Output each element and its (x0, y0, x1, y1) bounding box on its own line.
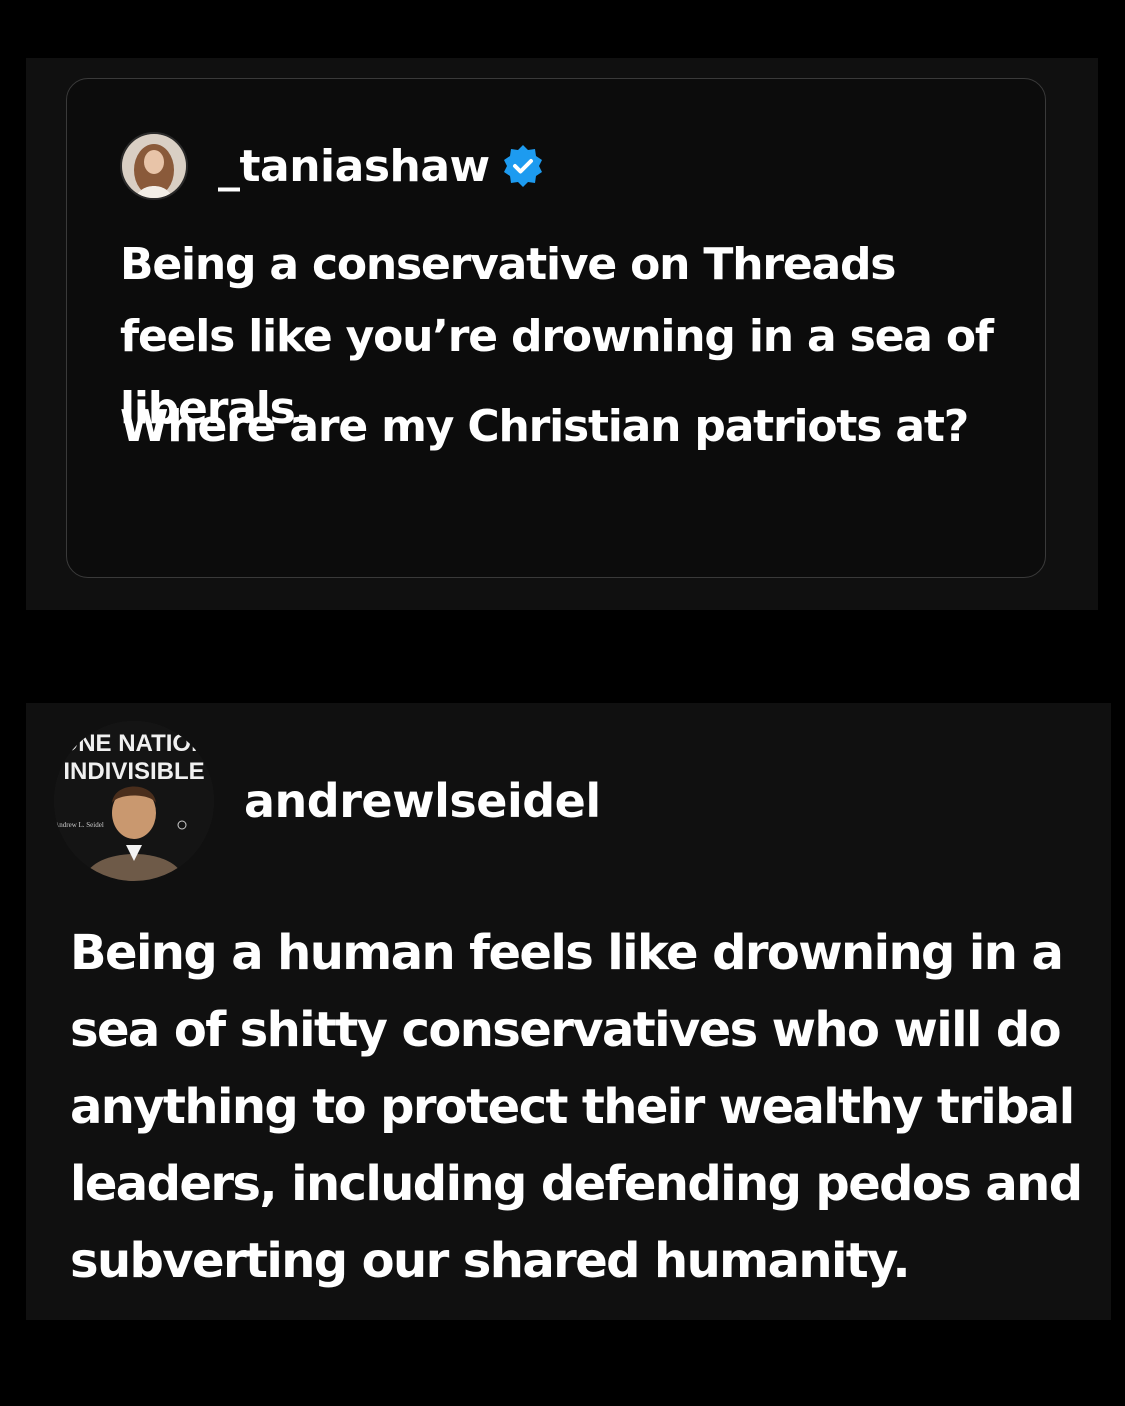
reply-post-panel: ONE NATION INDIVISIBLE Andrew L. Seidel … (26, 703, 1111, 1320)
quoted-post-header: _taniashaw (120, 131, 546, 201)
avatar[interactable] (120, 132, 188, 200)
avatar-lettering-line-1: ONE NATION (60, 730, 209, 757)
reply-post-header: ONE NATION INDIVISIBLE Andrew L. Seidel … (54, 721, 601, 881)
book-cover-avatar-icon: ONE NATION INDIVISIBLE Andrew L. Seidel (54, 721, 214, 881)
avatar-lettering-author: Andrew L. Seidel (54, 821, 104, 829)
avatar-photo-icon (122, 134, 186, 198)
username[interactable]: _taniashaw (218, 141, 490, 192)
avatar[interactable]: ONE NATION INDIVISIBLE Andrew L. Seidel (54, 721, 214, 881)
avatar-lettering-line-2: INDIVISIBLE (63, 758, 204, 785)
reply-post-text: Being a human feels like drowning in a s… (70, 925, 1083, 1289)
username[interactable]: andrewlseidel (244, 774, 601, 828)
verified-badge-icon (500, 143, 546, 189)
quoted-post-panel: _taniashaw Being a conservative on Threa… (26, 58, 1098, 610)
quoted-post-card[interactable]: _taniashaw Being a conservative on Threa… (66, 78, 1046, 578)
quoted-post-text-second-paragraph: Where are my Christian patriots at? (120, 401, 969, 452)
